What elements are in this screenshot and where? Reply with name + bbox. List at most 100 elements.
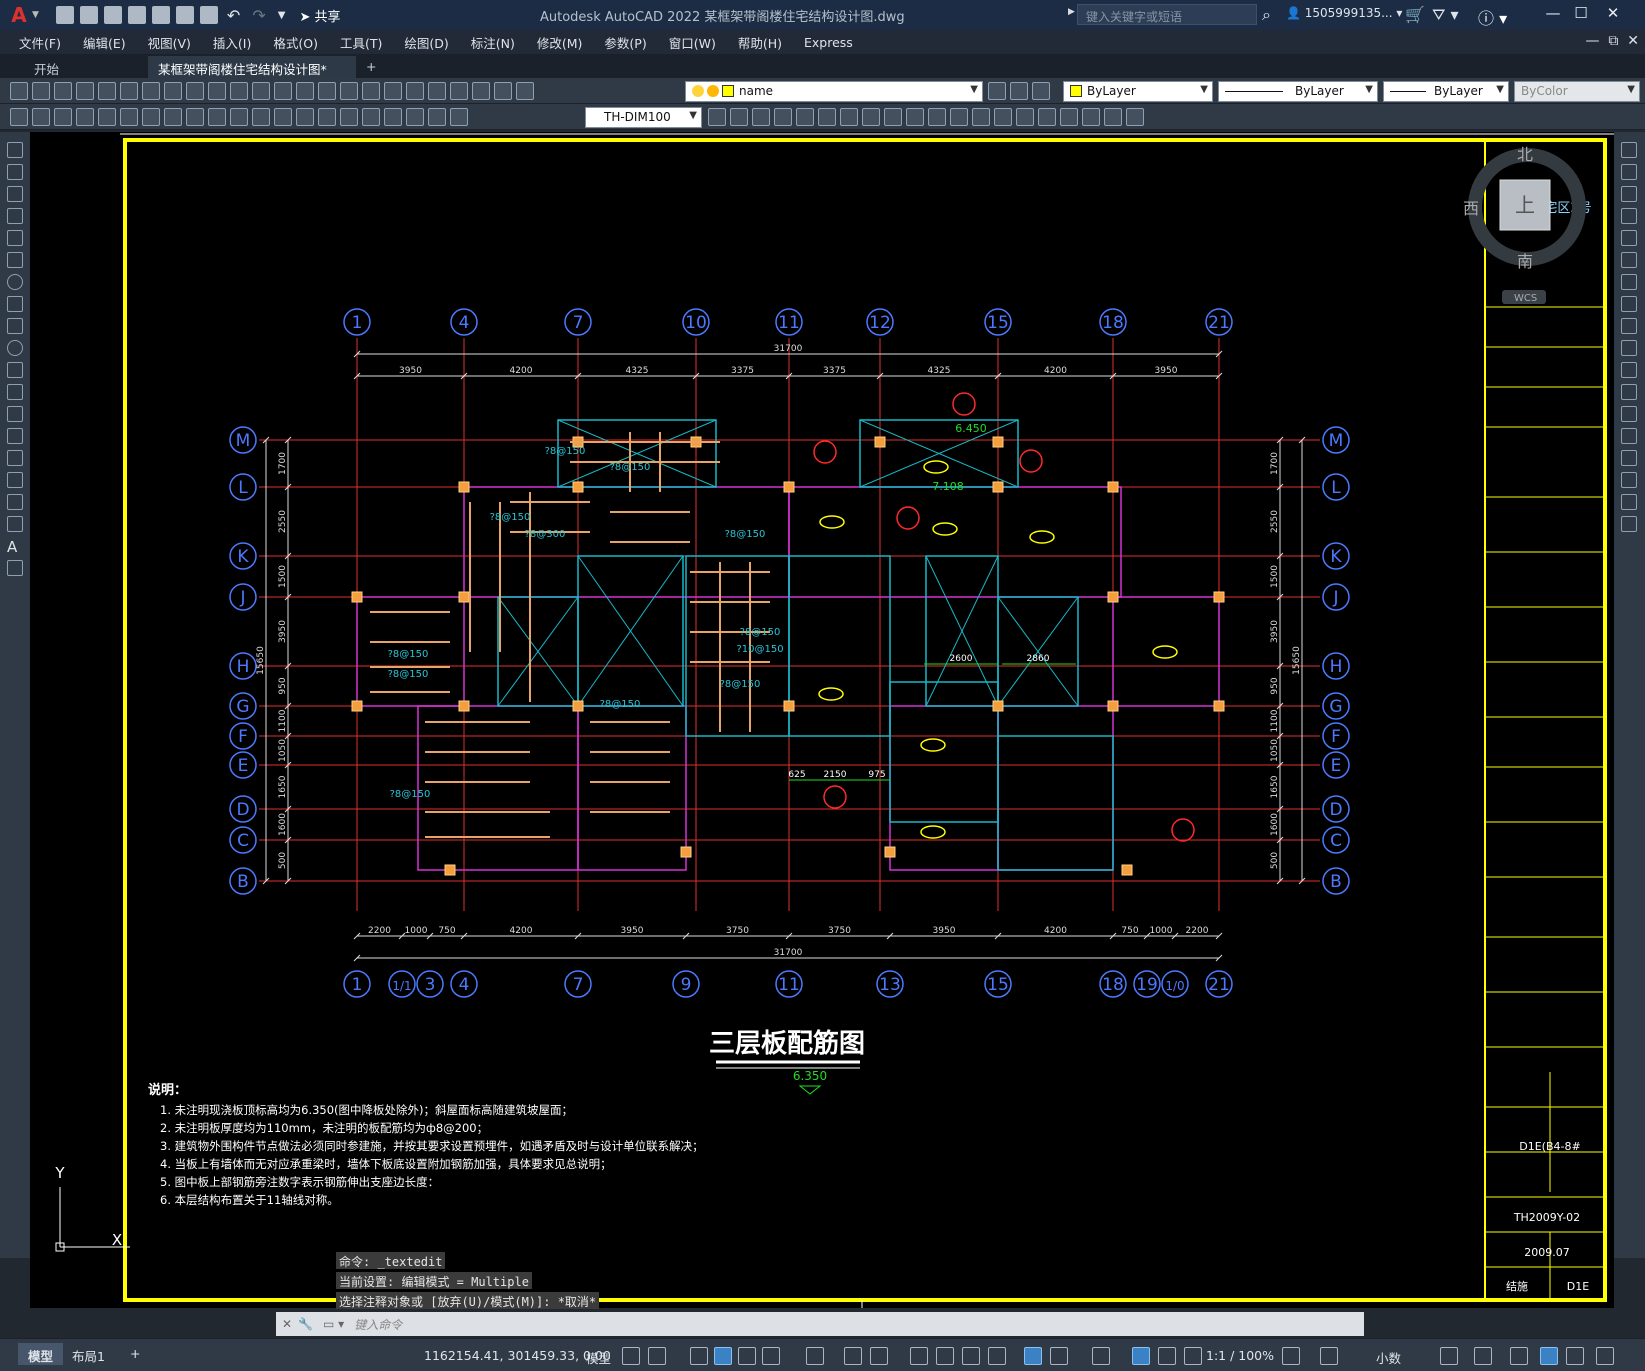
units-value[interactable]: 小数 — [1376, 1348, 1401, 1367]
isolate-objects-icon[interactable] — [1510, 1347, 1528, 1365]
copy-icon[interactable] — [164, 82, 182, 100]
preview-icon[interactable] — [98, 82, 116, 100]
help-icon[interactable]: ⓘ ▾ — [1478, 5, 1507, 29]
hatch-icon[interactable] — [7, 450, 23, 466]
annotation-monitor-icon[interactable] — [1320, 1347, 1338, 1365]
transparency-icon[interactable] — [936, 1347, 954, 1365]
dimstyle-dropdown[interactable]: TH-DIM100 ▼ — [585, 107, 702, 128]
menu-insert[interactable]: 插入(I) — [202, 33, 262, 52]
command-input[interactable]: 键入命令 — [354, 1316, 402, 1333]
dim-edit-icon[interactable] — [384, 108, 402, 126]
infer-icon[interactable] — [690, 1347, 708, 1365]
jogged-linear-icon[interactable] — [362, 108, 380, 126]
offset-icon[interactable] — [1621, 208, 1637, 224]
leader-remove-icon[interactable] — [1016, 108, 1034, 126]
line-icon[interactable] — [7, 142, 23, 158]
viewcube-south[interactable]: 南 — [1517, 252, 1533, 271]
menu-modify[interactable]: 修改(M) — [526, 33, 594, 52]
layer-properties-icon[interactable] — [516, 82, 534, 100]
break-point-icon[interactable] — [1621, 384, 1637, 400]
cut-icon[interactable] — [142, 82, 160, 100]
aligned-dim-icon[interactable] — [54, 108, 72, 126]
pan-icon[interactable] — [274, 82, 292, 100]
markup-icon[interactable] — [450, 82, 468, 100]
rectangle-icon[interactable] — [7, 230, 23, 246]
plotstyle-dropdown[interactable]: ByColor ▼ — [1514, 81, 1640, 102]
blend-icon[interactable] — [1621, 494, 1637, 510]
quick-dim-icon[interactable] — [10, 108, 28, 126]
ortho-icon[interactable] — [738, 1347, 756, 1365]
ungroup-icon[interactable] — [752, 108, 770, 126]
color-dropdown[interactable]: ByLayer ▼ — [1063, 81, 1213, 102]
zoom-realtime-icon[interactable] — [296, 82, 314, 100]
command-line[interactable]: ✕ 🔧 ▭ ▾ 键入命令 — [276, 1312, 1364, 1336]
tab-start[interactable]: 开始 — [24, 56, 69, 78]
dim-override-icon[interactable] — [708, 108, 726, 126]
extend-icon[interactable] — [1621, 362, 1637, 378]
customization-icon[interactable] — [1596, 1347, 1614, 1365]
plot-icon[interactable] — [199, 6, 218, 24]
paste-icon[interactable] — [186, 82, 204, 100]
annotation-visibility-icon[interactable] — [1132, 1347, 1150, 1365]
group-edit-icon[interactable] — [774, 108, 792, 126]
ellipse-icon[interactable] — [7, 340, 23, 356]
save-as-icon[interactable] — [127, 6, 146, 24]
doc-window-controls[interactable]: — ⧉ ✕ — [1585, 33, 1639, 49]
leader-style-icon[interactable] — [1082, 108, 1100, 126]
group-icon[interactable] — [730, 108, 748, 126]
lock-ui-icon[interactable] — [1474, 1347, 1492, 1365]
sheet-set-icon[interactable] — [428, 82, 446, 100]
menu-draw[interactable]: 绘图(D) — [393, 33, 459, 52]
polyline-icon[interactable] — [7, 186, 23, 202]
menu-tools[interactable]: 工具(T) — [329, 33, 393, 52]
menu-edit[interactable]: 编辑(E) — [72, 33, 137, 52]
scale-icon[interactable] — [1621, 296, 1637, 312]
tab-model[interactable]: 模型 — [18, 1343, 64, 1365]
draworder-under-icon[interactable] — [884, 108, 902, 126]
multileader-icon[interactable] — [972, 108, 990, 126]
mtext-icon[interactable]: A — [7, 538, 23, 556]
plot-icon[interactable] — [76, 82, 94, 100]
model-space-toggle[interactable]: 模型 — [586, 1348, 611, 1367]
app-menu-button[interactable]: A — [6, 2, 32, 28]
rotate-icon[interactable] — [1621, 274, 1637, 290]
viewcube[interactable]: 上 北 南 西 WCS — [1463, 145, 1586, 304]
viewcube-north[interactable]: 北 — [1517, 145, 1533, 164]
make-current-icon[interactable] — [988, 82, 1006, 100]
selection-cycling-icon[interactable] — [962, 1347, 980, 1365]
angular-dim-icon[interactable] — [186, 108, 204, 126]
text-front-icon[interactable] — [906, 108, 924, 126]
command-prompt-icon[interactable]: ▭ ▾ — [323, 1317, 344, 1331]
gizmo-icon[interactable] — [1092, 1347, 1110, 1365]
lineweight-dropdown[interactable]: ByLayer ▼ — [1383, 81, 1509, 102]
maximize-button[interactable]: ☐ — [1568, 4, 1594, 26]
dim-break-icon[interactable] — [274, 108, 292, 126]
publish-icon[interactable] — [120, 82, 138, 100]
baseline-dim-icon[interactable] — [208, 108, 226, 126]
matchprop-icon[interactable] — [208, 82, 226, 100]
help-search-input[interactable]: 键入关键字或短语 — [1077, 4, 1257, 25]
lineweight-icon[interactable] — [910, 1347, 928, 1365]
dim-text-edit-icon[interactable] — [406, 108, 424, 126]
polygon-icon[interactable] — [7, 208, 23, 224]
wipeout-icon[interactable] — [950, 108, 968, 126]
copy-object-icon[interactable] — [1621, 164, 1637, 180]
gradient-icon[interactable] — [7, 472, 23, 488]
clean-screen-icon[interactable] — [1566, 1347, 1584, 1365]
redo-icon[interactable] — [252, 82, 270, 100]
3d-osnap-icon[interactable] — [988, 1347, 1006, 1365]
linear-dim-icon[interactable] — [32, 108, 50, 126]
array-icon[interactable] — [1621, 230, 1637, 246]
dynamic-input-icon[interactable] — [714, 1347, 732, 1365]
continue-dim-icon[interactable] — [230, 108, 248, 126]
region-icon[interactable] — [7, 494, 23, 510]
annotation-scale-icon[interactable] — [1184, 1347, 1202, 1365]
redo-icon[interactable]: ↷ — [252, 6, 265, 25]
menu-dimension[interactable]: 标注(N) — [460, 33, 526, 52]
share-button[interactable]: ➤ 共享 — [299, 6, 340, 25]
diameter-dim-icon[interactable] — [164, 108, 182, 126]
leader-add-icon[interactable] — [994, 108, 1012, 126]
save-icon[interactable] — [103, 6, 122, 24]
polar-icon[interactable] — [762, 1347, 780, 1365]
save-icon[interactable] — [54, 82, 72, 100]
